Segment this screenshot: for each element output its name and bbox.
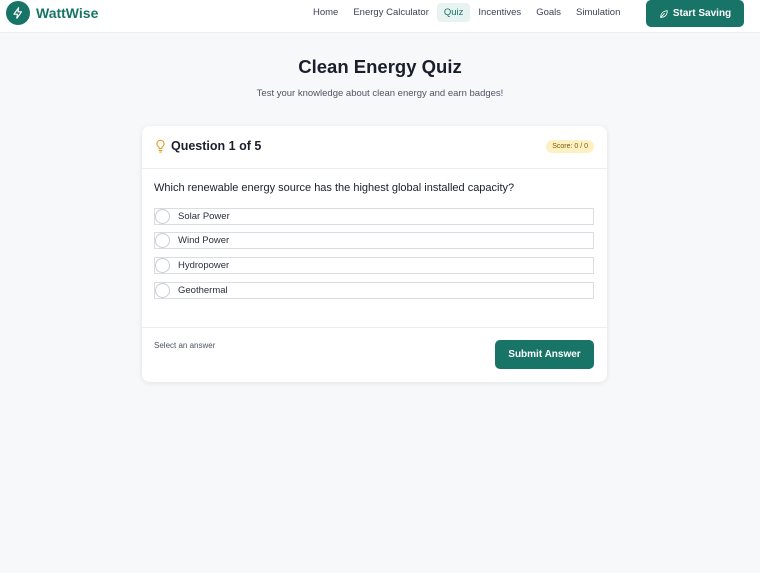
start-saving-button[interactable]: Start Saving <box>646 0 744 27</box>
brand-name: WattWise <box>36 5 99 21</box>
answer-option-label: Hydropower <box>178 260 230 271</box>
question-text: Which renewable energy source has the hi… <box>154 182 515 194</box>
answer-option-wind[interactable]: Wind Power <box>154 232 594 249</box>
radio-button[interactable] <box>155 283 170 298</box>
leaf-icon <box>660 9 668 18</box>
radio-button[interactable] <box>155 258 170 273</box>
score-badge: Score: 0 / 0 <box>546 140 594 153</box>
submit-answer-button[interactable]: Submit Answer <box>495 340 594 369</box>
quiz-card: Question 1 of 5 Score: 0 / 0 Which renew… <box>142 126 607 382</box>
answer-option-label: Geothermal <box>178 285 228 296</box>
brand-link[interactable]: WattWise <box>6 1 98 25</box>
nav-link-goals[interactable]: Goals <box>529 3 568 22</box>
answer-option-label: Solar Power <box>178 211 230 222</box>
page-title: Clean Energy Quiz <box>298 56 462 77</box>
answer-option-hydro[interactable]: Hydropower <box>154 257 594 274</box>
answer-hint: Select an answer <box>154 341 216 350</box>
answer-option-geothermal[interactable]: Geothermal <box>154 282 594 299</box>
radio-button[interactable] <box>155 233 170 248</box>
radio-button[interactable] <box>155 209 170 224</box>
nav-link-incentives[interactable]: Incentives <box>471 3 528 22</box>
lightning-icon <box>6 1 30 25</box>
nav-link-energy-calculator[interactable]: Energy Calculator <box>346 3 436 22</box>
answer-option-solar[interactable]: Solar Power <box>154 208 594 225</box>
card-footer-divider <box>142 327 607 328</box>
nav-links: Home Energy Calculator Quiz Incentives G… <box>306 3 628 22</box>
question-number: Question 1 of 5 <box>171 139 262 153</box>
lightbulb-icon <box>156 139 165 153</box>
start-saving-label: Start Saving <box>672 8 732 19</box>
page-subtitle: Test your knowledge about clean energy a… <box>256 88 504 99</box>
nav-link-simulation[interactable]: Simulation <box>569 3 627 22</box>
answer-option-label: Wind Power <box>178 235 230 246</box>
quiz-card-header: Question 1 of 5 Score: 0 / 0 <box>142 126 607 169</box>
top-navbar: WattWise Home Energy Calculator Quiz Inc… <box>0 0 760 33</box>
nav-link-home[interactable]: Home <box>306 3 345 22</box>
nav-link-quiz[interactable]: Quiz <box>436 3 471 22</box>
